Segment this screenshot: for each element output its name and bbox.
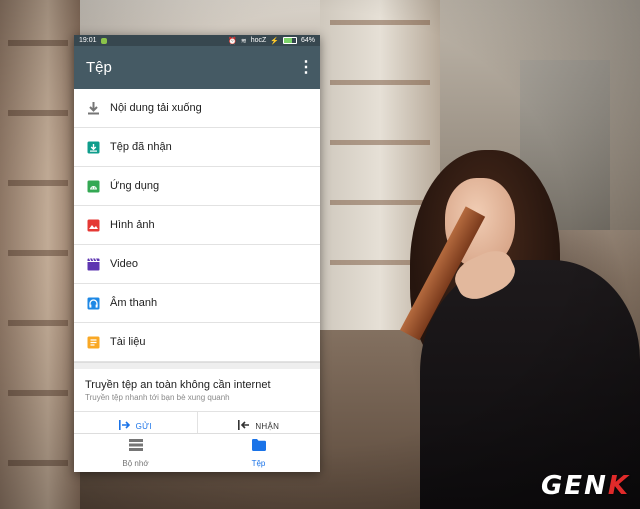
storage-icon	[128, 438, 143, 456]
alarm-icon: ⏰	[228, 37, 237, 45]
wifi-icon: ≋	[240, 37, 247, 45]
share-card: Truyền tệp an toàn không cần internet Tr…	[74, 369, 320, 402]
category-label: Tệp đã nhận	[110, 141, 172, 153]
video-icon	[86, 257, 100, 271]
category-label: Hình ảnh	[110, 219, 155, 231]
category-images[interactable]: Hình ảnh	[74, 206, 320, 245]
status-time: 19:01	[79, 37, 97, 44]
notification-icon	[100, 37, 107, 44]
category-video[interactable]: Video	[74, 245, 320, 284]
bottom-navigation: Bộ nhớ Tệp	[74, 433, 320, 472]
document-icon	[86, 335, 100, 349]
section-divider	[74, 362, 320, 369]
send-icon	[118, 420, 131, 432]
category-downloads[interactable]: Nội dung tải xuống	[74, 89, 320, 128]
genk-logo: GENK	[540, 471, 630, 501]
receive-icon	[238, 420, 250, 432]
headphones-icon	[86, 296, 100, 310]
app-bar: Tệp ⋮	[74, 46, 320, 89]
battery-icon	[282, 37, 297, 44]
category-received-files[interactable]: Tệp đã nhận	[74, 128, 320, 167]
image-icon	[86, 218, 100, 232]
folder-icon	[251, 438, 266, 456]
category-label: Ứng dụng	[110, 180, 160, 192]
category-apps[interactable]: Ứng dụng	[74, 167, 320, 206]
nav-storage[interactable]: Bộ nhớ	[74, 434, 197, 472]
nav-files[interactable]: Tệp	[197, 434, 320, 472]
received-files-icon	[86, 140, 100, 154]
category-list: Nội dung tải xuống Tệp đã nhận Ứng dụng …	[74, 89, 320, 362]
category-label: Video	[110, 258, 138, 270]
category-label: Tài liệu	[110, 336, 146, 348]
category-label: Nội dung tải xuống	[110, 102, 202, 114]
more-vert-icon[interactable]: ⋮	[298, 59, 314, 76]
category-documents[interactable]: Tài liệu	[74, 323, 320, 362]
share-title: Truyền tệp an toàn không cần internet	[85, 379, 271, 391]
receive-label: NHẬN	[255, 421, 280, 431]
category-label: Âm thanh	[110, 297, 158, 309]
battery-percent: 64%	[300, 37, 315, 44]
nav-storage-label: Bộ nhớ	[122, 459, 149, 468]
phone-screen: 19:01 ⏰ ≋ hocZ ⚡ 64% Tệp ⋮ Nội dung tải …	[74, 35, 320, 472]
page-title: Tệp	[86, 59, 112, 76]
send-label: GỬI	[135, 421, 152, 431]
android-apps-icon	[86, 179, 100, 193]
carrier-name: hocZ	[250, 37, 267, 44]
download-icon	[86, 101, 100, 115]
category-audio[interactable]: Âm thanh	[74, 284, 320, 323]
charging-icon: ⚡	[270, 37, 279, 45]
status-bar: 19:01 ⏰ ≋ hocZ ⚡ 64%	[74, 35, 320, 46]
nav-files-label: Tệp	[251, 459, 266, 468]
share-subtitle: Truyền tệp nhanh tới bạn bè xung quanh	[85, 393, 230, 402]
